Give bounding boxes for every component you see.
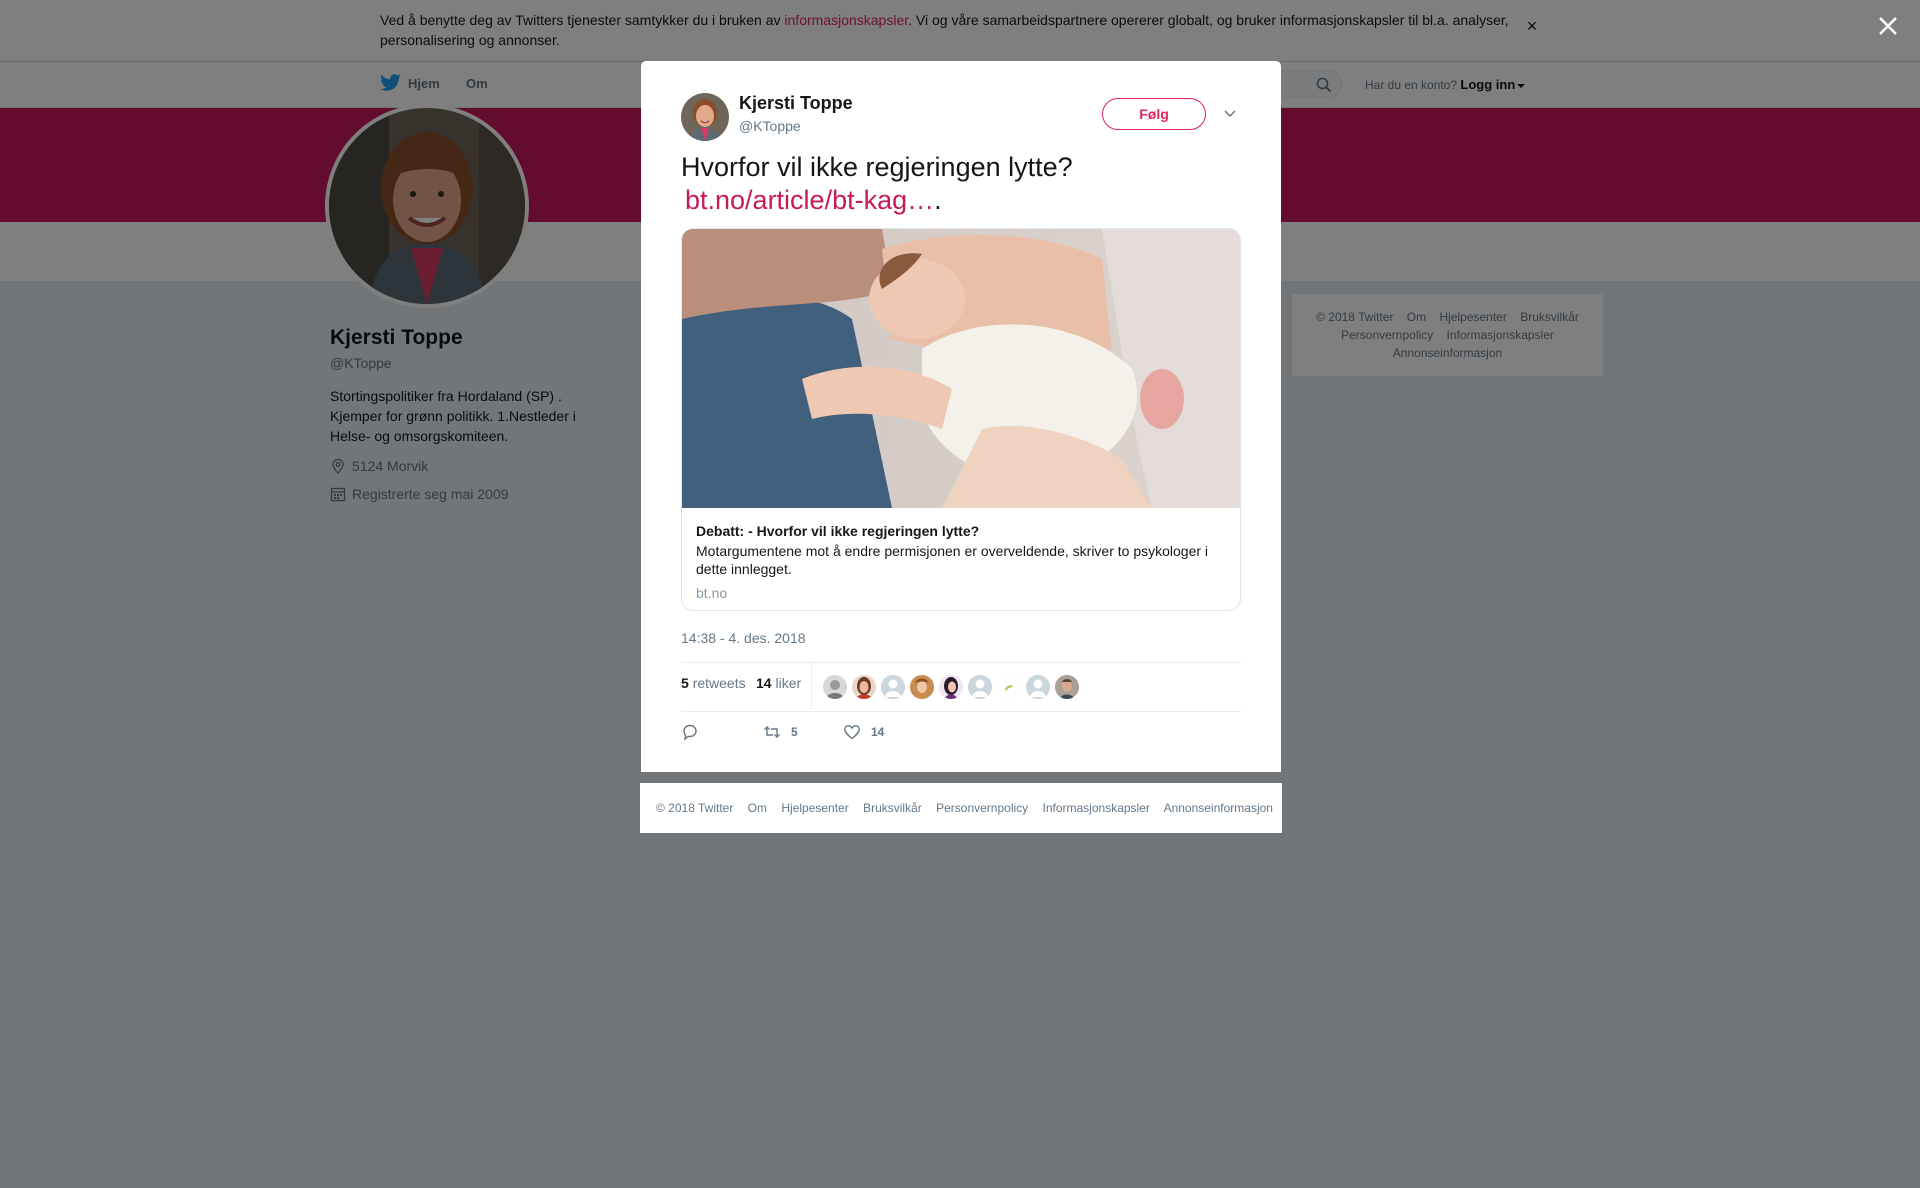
tweet-avatar[interactable] — [681, 93, 729, 141]
like-action-count: 14 — [871, 725, 885, 739]
tweet-link-suffix: . — [934, 185, 942, 215]
card-image — [682, 229, 1240, 508]
tweet-stats: 5 retweets 14 liker — [681, 662, 1241, 712]
liker-avatar[interactable] — [939, 675, 963, 699]
avatar-image — [681, 93, 729, 141]
tweet-text: Hvorfor vil ikke regjeringen lytte? bt.n… — [681, 151, 1241, 217]
retweet-count: 5 — [681, 675, 689, 691]
stats-divider — [811, 663, 812, 709]
reply-icon — [683, 724, 697, 741]
footer-link-ads[interactable]: Annonseinformasjon — [1164, 801, 1273, 815]
tweet-modal: Kjersti Toppe @KToppe Følg Hvorfor vil i… — [641, 61, 1281, 772]
footer-link-cookies[interactable]: Informasjonskapsler — [1043, 801, 1150, 815]
footer-link-help[interactable]: Hjelpesenter — [781, 801, 848, 815]
tweet-author-handle[interactable]: @KToppe — [739, 118, 801, 134]
link-card[interactable]: Debatt: - Hvorfor vil ikke regjeringen l… — [681, 228, 1241, 611]
liker-avatar[interactable] — [823, 675, 847, 699]
liker-avatar[interactable] — [968, 675, 992, 699]
liker-avatar[interactable] — [1026, 675, 1050, 699]
retweet-action[interactable]: 5 — [763, 723, 798, 741]
chevron-down-icon[interactable] — [1223, 107, 1237, 121]
footer-copyright: © 2018 Twitter — [656, 801, 734, 815]
follow-button[interactable]: Følg — [1102, 98, 1206, 130]
liker-avatars — [823, 675, 1084, 699]
like-count-label: liker — [775, 675, 802, 691]
tweet-body: Hvorfor vil ikke regjeringen lytte? — [681, 152, 1073, 182]
modal-footer: © 2018 Twitter Om Hjelpesenter Bruksvilk… — [640, 783, 1282, 833]
heart-icon — [844, 725, 860, 740]
liker-avatar[interactable] — [881, 675, 905, 699]
retweet-count-label: retweets — [692, 675, 746, 691]
reply-action[interactable] — [681, 723, 709, 741]
card-description: Motargumentene mot å endre permisjonen e… — [696, 543, 1209, 577]
retweet-action-count: 5 — [791, 725, 798, 739]
footer-link-terms[interactable]: Bruksvilkår — [863, 801, 922, 815]
tweet-timestamp[interactable]: 14:38 - 4. des. 2018 — [681, 630, 806, 646]
footer-link-privacy[interactable]: Personvernpolicy — [936, 801, 1028, 815]
tweet-actions: 5 14 — [681, 723, 1241, 747]
like-action[interactable]: 14 — [843, 723, 884, 741]
liker-avatar[interactable] — [852, 675, 876, 699]
liker-avatar[interactable] — [997, 675, 1021, 699]
tweet-link[interactable]: bt.no/article/bt-kag… — [685, 185, 934, 215]
like-count-stat[interactable]: 14 liker — [756, 675, 801, 691]
tweet-author-name[interactable]: Kjersti Toppe — [739, 93, 853, 114]
card-title: Debatt: - Hvorfor vil ikke regjeringen l… — [696, 523, 980, 539]
retweet-count-stat[interactable]: 5 retweets — [681, 675, 746, 691]
liker-avatar[interactable] — [910, 675, 934, 699]
like-count: 14 — [756, 675, 772, 691]
card-domain: bt.no — [696, 585, 728, 601]
liker-avatar[interactable] — [1055, 675, 1079, 699]
footer-link-about[interactable]: Om — [748, 801, 767, 815]
close-icon[interactable] — [1874, 12, 1902, 40]
retweet-icon — [764, 726, 780, 738]
